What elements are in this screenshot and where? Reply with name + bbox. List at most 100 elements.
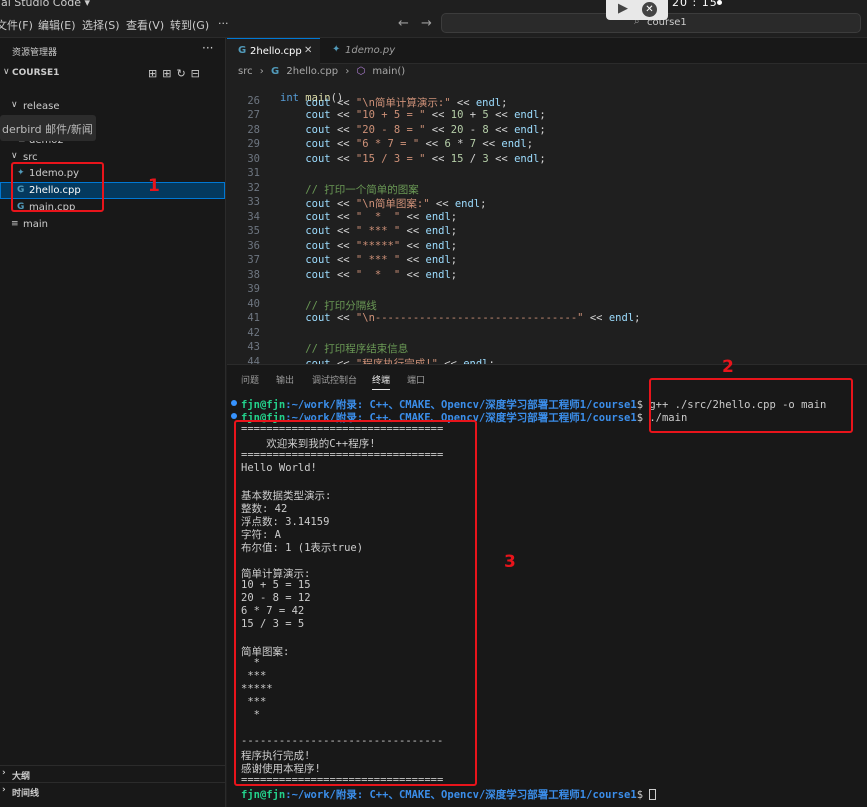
line-code: cout << "15 / 3 = " << 15 / 3 << endl; xyxy=(305,152,546,165)
tab-label: 2hello.cpp xyxy=(250,46,302,57)
line-code: cout << " * " << endl; xyxy=(305,210,458,223)
breadcrumb-file[interactable]: 2hello.cpp xyxy=(286,66,338,77)
menu-more[interactable]: ··· xyxy=(218,17,229,30)
forward-arrow-icon[interactable]: → xyxy=(421,16,432,31)
line-number: 30 xyxy=(247,152,260,165)
chevron-down-icon: ∨ xyxy=(11,151,18,161)
code-line: 32 // 打印一个简单的图案 xyxy=(227,182,867,197)
editor-tab-bar: G 2hello.cpp ✕ ✦ 1demo.py xyxy=(227,38,867,64)
tree-item-main[interactable]: ≡ main xyxy=(0,217,225,234)
python-file-icon: ✦ xyxy=(332,44,341,55)
breadcrumb-src[interactable]: src xyxy=(238,66,253,77)
line-code: cout << "\n简单图案:" << endl; xyxy=(305,198,487,210)
taskbar-tooltip: derbird 邮件/新闻 xyxy=(0,115,96,141)
line-number: 43 xyxy=(247,341,260,353)
code-line: 41 cout << "\n--------------------------… xyxy=(227,312,867,327)
line-code: cout << " * " << endl; xyxy=(305,268,458,281)
annotation-label-1: 1 xyxy=(148,176,160,196)
menu-selection[interactable]: 选择(S) xyxy=(82,17,120,33)
line-number: 44 xyxy=(247,355,260,365)
line-number: 42 xyxy=(247,326,260,339)
sticky-header-line: int main() xyxy=(227,80,867,104)
annotation-label-3: 3 xyxy=(504,552,516,572)
line-code: cout << "10 + 5 = " << 10 + 5 << endl; xyxy=(305,109,546,121)
code-line: 37 cout << " *** " << endl; xyxy=(227,254,867,269)
annotation-box-1 xyxy=(11,162,104,212)
tab-problems[interactable]: 问题 xyxy=(241,373,259,386)
chevron-right-icon: › xyxy=(2,768,6,778)
code-line: 42 xyxy=(227,327,867,342)
recording-dot-icon xyxy=(717,0,722,5)
new-folder-icon[interactable]: ⊞ xyxy=(162,67,176,80)
prompt-path: :~/work/附录: C++、CMAKE、Opencv/深度学习部署工程师1/… xyxy=(285,789,637,801)
line-code: // 打印一个简单的图案 xyxy=(280,183,419,196)
line-number: 33 xyxy=(247,196,260,208)
menu-edit[interactable]: 编辑(E) xyxy=(38,17,76,33)
cpp-file-icon: G xyxy=(238,45,247,56)
menu-view[interactable]: 查看(V) xyxy=(126,17,164,33)
line-code: cout << "*****" << endl; xyxy=(305,239,458,252)
close-icon[interactable]: ✕ xyxy=(304,45,312,56)
line-number: 39 xyxy=(247,283,260,295)
close-icon[interactable]: ✕ xyxy=(642,2,657,17)
code-line: 28 cout << "20 - 8 = " << 20 - 8 << endl… xyxy=(227,124,867,139)
menu-file[interactable]: 文件(F) xyxy=(0,17,33,33)
code-line: 34 cout << " * " << endl; xyxy=(227,211,867,226)
tab-label: 1demo.py xyxy=(345,45,396,56)
more-actions-icon[interactable]: ··· xyxy=(202,41,213,55)
command-text: $ xyxy=(636,789,650,801)
tab-1demo-py[interactable]: ✦ 1demo.py xyxy=(320,38,410,64)
timeline-label: 时间线 xyxy=(12,789,40,799)
tab-2hello-cpp[interactable]: G 2hello.cpp ✕ xyxy=(227,38,320,64)
tree-item-release[interactable]: ∨ release xyxy=(0,99,225,116)
timeline-section[interactable]: › 时间线 xyxy=(0,782,225,799)
prompt-user: fjn@fjn xyxy=(241,789,286,801)
binary-file-icon: ≡ xyxy=(11,219,19,229)
menu-go[interactable]: 转到(G) xyxy=(170,17,209,33)
cpp-file-icon: G xyxy=(270,66,280,77)
code-line: 39 xyxy=(227,283,867,298)
play-icon[interactable]: ▶ xyxy=(618,1,628,16)
line-number: 28 xyxy=(247,123,260,136)
code-line: 40 // 打印分隔线 xyxy=(227,298,867,313)
command-success-icon xyxy=(231,413,237,419)
explorer-header: 资源管理器 xyxy=(12,48,58,58)
line-number: 31 xyxy=(247,167,260,179)
line-number: 35 xyxy=(247,225,260,237)
line-code: // 打印程序结束信息 xyxy=(280,343,409,355)
line-code: cout << "\n简单计算演示:" << endl; xyxy=(305,96,508,109)
code-line: 44 cout << "程序执行完成!" << endl; xyxy=(227,356,867,365)
line-number: 36 xyxy=(247,239,260,252)
tab-terminal[interactable]: 终端 xyxy=(372,373,391,390)
annotation-box-2 xyxy=(649,378,853,433)
screen-recorder-widget: ▶ ✕ xyxy=(606,0,668,20)
line-number: 41 xyxy=(247,312,260,324)
tree-item-label: main xyxy=(23,219,48,230)
breadcrumb: src › G 2hello.cpp › ⬡ main() xyxy=(238,66,409,77)
code-line: 36 cout << "*****" << endl; xyxy=(227,240,867,255)
line-code: cout << "程序执行完成!" << endl; xyxy=(305,357,495,365)
tab-debug-console[interactable]: 调试控制台 xyxy=(312,373,357,386)
chevron-down-icon: ∨ xyxy=(11,100,18,110)
new-file-icon[interactable]: ⊞ xyxy=(148,67,162,80)
line-number: 38 xyxy=(247,268,260,281)
back-arrow-icon[interactable]: ← xyxy=(398,16,409,31)
title-bar: ual Studio Code ▾ 文件(F) 编辑(E) 选择(S) 查看(V… xyxy=(0,0,867,38)
line-number: 27 xyxy=(247,109,260,121)
outline-section[interactable]: › 大纲 xyxy=(0,765,225,782)
code-line: 38 cout << " * " << endl; xyxy=(227,269,867,284)
tab-output[interactable]: 输出 xyxy=(276,373,294,386)
app-title[interactable]: ual Studio Code ▾ xyxy=(0,0,90,9)
explorer-sidebar: 资源管理器 ··· ∨ COURSE1 ⊞⊞↻⊟ ∨ release ≡ dem… xyxy=(0,38,226,807)
code-line: 30 cout << "15 / 3 = " << 15 / 3 << endl… xyxy=(227,153,867,168)
collapse-all-icon[interactable]: ⊟ xyxy=(191,67,205,80)
code-editor[interactable]: int main() 26 cout << "\n简单计算演示:" << end… xyxy=(227,80,867,364)
code-line: 27 cout << "10 + 5 = " << 10 + 5 << endl… xyxy=(227,109,867,124)
explorer-actions: ⊞⊞↻⊟ xyxy=(148,67,205,80)
command-success-icon xyxy=(231,400,237,406)
tab-ports[interactable]: 端口 xyxy=(407,373,425,386)
breadcrumb-function[interactable]: main() xyxy=(372,66,405,77)
refresh-icon[interactable]: ↻ xyxy=(176,67,190,80)
line-number: 29 xyxy=(247,138,260,150)
annotation-box-3 xyxy=(234,420,477,786)
